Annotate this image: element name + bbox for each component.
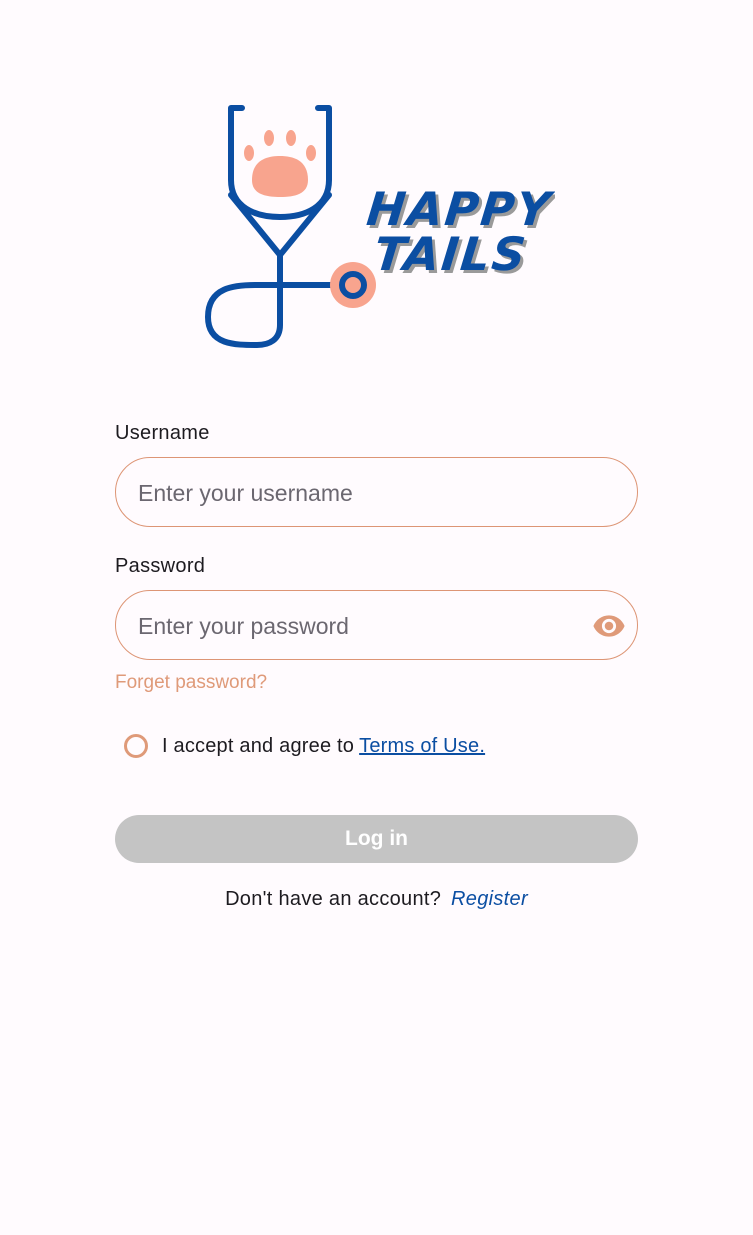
password-input[interactable] <box>136 591 580 661</box>
username-field[interactable] <box>115 457 638 528</box>
username-input[interactable] <box>136 458 580 528</box>
terms-of-use-link[interactable]: Terms of Use. <box>359 735 485 758</box>
terms-radio[interactable] <box>124 734 148 758</box>
password-label: Password <box>115 555 206 577</box>
terms-text: I accept and agree to <box>162 734 355 757</box>
forgot-password-link[interactable]: Forget password? <box>115 672 267 694</box>
register-link[interactable]: Register <box>451 888 528 910</box>
login-button[interactable]: Log in <box>115 815 638 863</box>
register-prompt: Don't have an account? <box>225 888 442 910</box>
terms-row: I accept and agree to Terms of Use. <box>124 731 485 761</box>
paw-icon <box>244 130 316 197</box>
eye-icon[interactable] <box>592 609 626 643</box>
username-label: Username <box>115 422 210 444</box>
register-row: Don't have an account? Register <box>0 888 753 911</box>
happy-tails-logo: HAPPY HAPPY TAILS TAILS <box>205 105 555 348</box>
password-field[interactable] <box>115 590 638 661</box>
brand-name-line2: TAILS <box>371 227 530 281</box>
